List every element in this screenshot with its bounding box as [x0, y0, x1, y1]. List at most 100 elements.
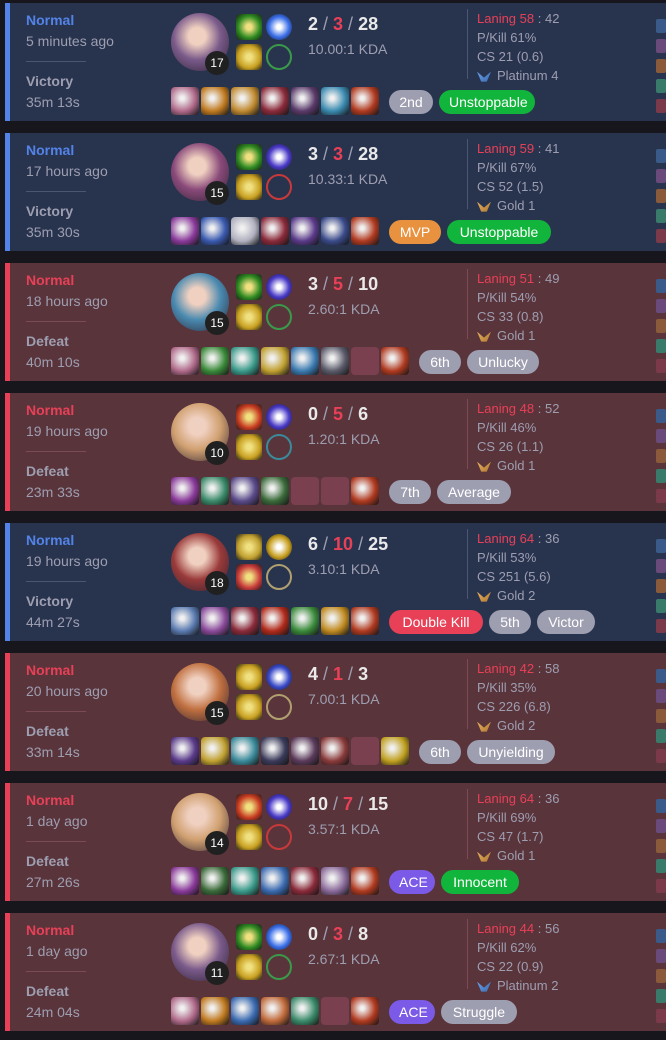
- summoner-spell-icon[interactable]: [236, 434, 262, 460]
- participants-preview[interactable]: [656, 13, 666, 113]
- participants-preview[interactable]: [656, 273, 666, 373]
- summoner-spell-icon[interactable]: [236, 664, 262, 690]
- item-icon[interactable]: [321, 87, 349, 115]
- summoner-spell-icon[interactable]: [236, 14, 262, 40]
- participant-champion-icon[interactable]: [656, 299, 666, 313]
- item-icon[interactable]: [171, 737, 199, 765]
- rune-icon[interactable]: [266, 694, 292, 720]
- item-icon[interactable]: [261, 347, 289, 375]
- participant-champion-icon[interactable]: [656, 559, 666, 573]
- participant-champion-icon[interactable]: [656, 429, 666, 443]
- participant-champion-icon[interactable]: [656, 729, 666, 743]
- item-icon[interactable]: [231, 217, 259, 245]
- item-icon[interactable]: [201, 87, 229, 115]
- participants-preview[interactable]: [656, 793, 666, 893]
- item-icon[interactable]: [171, 607, 199, 635]
- item-icon[interactable]: [351, 607, 379, 635]
- participant-champion-icon[interactable]: [656, 409, 666, 423]
- participant-champion-icon[interactable]: [656, 359, 666, 373]
- participant-champion-icon[interactable]: [656, 229, 666, 243]
- participant-champion-icon[interactable]: [656, 19, 666, 33]
- item-icon[interactable]: [231, 997, 259, 1025]
- participant-champion-icon[interactable]: [656, 799, 666, 813]
- participant-champion-icon[interactable]: [656, 669, 666, 683]
- participant-champion-icon[interactable]: [656, 209, 666, 223]
- item-icon[interactable]: [201, 607, 229, 635]
- item-icon[interactable]: [201, 477, 229, 505]
- rune-icon[interactable]: [266, 824, 292, 850]
- participant-champion-icon[interactable]: [656, 749, 666, 763]
- participant-champion-icon[interactable]: [656, 449, 666, 463]
- participant-champion-icon[interactable]: [656, 489, 666, 503]
- rune-icon[interactable]: [266, 174, 292, 200]
- empty-item-slot[interactable]: [351, 347, 379, 375]
- item-icon[interactable]: [201, 997, 229, 1025]
- rune-icon[interactable]: [266, 404, 292, 430]
- item-icon[interactable]: [231, 737, 259, 765]
- rune-icon[interactable]: [266, 664, 292, 690]
- empty-item-slot[interactable]: [321, 997, 349, 1025]
- participant-champion-icon[interactable]: [656, 599, 666, 613]
- item-icon[interactable]: [381, 737, 409, 765]
- participant-champion-icon[interactable]: [656, 839, 666, 853]
- rune-icon[interactable]: [266, 304, 292, 330]
- item-icon[interactable]: [291, 217, 319, 245]
- rune-icon[interactable]: [266, 274, 292, 300]
- participant-champion-icon[interactable]: [656, 189, 666, 203]
- item-icon[interactable]: [231, 477, 259, 505]
- match-card[interactable]: Normal 1 day ago Defeat 27m 26s 14 10 / 7 / 1…: [5, 783, 666, 901]
- item-icon[interactable]: [201, 867, 229, 895]
- rune-icon[interactable]: [266, 14, 292, 40]
- item-icon[interactable]: [201, 737, 229, 765]
- rune-icon[interactable]: [266, 44, 292, 70]
- item-icon[interactable]: [231, 347, 259, 375]
- item-icon[interactable]: [261, 607, 289, 635]
- participants-preview[interactable]: [656, 533, 666, 633]
- rune-icon[interactable]: [266, 144, 292, 170]
- item-icon[interactable]: [291, 997, 319, 1025]
- participant-champion-icon[interactable]: [656, 79, 666, 93]
- item-icon[interactable]: [351, 87, 379, 115]
- item-icon[interactable]: [321, 217, 349, 245]
- item-icon[interactable]: [171, 997, 199, 1025]
- participant-champion-icon[interactable]: [656, 99, 666, 113]
- summoner-spell-icon[interactable]: [236, 174, 262, 200]
- item-icon[interactable]: [351, 867, 379, 895]
- participant-champion-icon[interactable]: [656, 579, 666, 593]
- item-icon[interactable]: [261, 217, 289, 245]
- match-card[interactable]: Normal 19 hours ago Defeat 23m 33s 10 0 / 5 /…: [5, 393, 666, 511]
- item-icon[interactable]: [261, 737, 289, 765]
- item-icon[interactable]: [321, 737, 349, 765]
- participant-champion-icon[interactable]: [656, 989, 666, 1003]
- participants-preview[interactable]: [656, 143, 666, 243]
- participant-champion-icon[interactable]: [656, 169, 666, 183]
- summoner-spell-icon[interactable]: [236, 44, 262, 70]
- item-icon[interactable]: [381, 347, 409, 375]
- participant-champion-icon[interactable]: [656, 689, 666, 703]
- item-icon[interactable]: [291, 87, 319, 115]
- summoner-spell-icon[interactable]: [236, 144, 262, 170]
- item-icon[interactable]: [261, 477, 289, 505]
- participants-preview[interactable]: [656, 663, 666, 763]
- item-icon[interactable]: [201, 347, 229, 375]
- participant-champion-icon[interactable]: [656, 929, 666, 943]
- participant-champion-icon[interactable]: [656, 879, 666, 893]
- summoner-spell-icon[interactable]: [236, 274, 262, 300]
- participant-champion-icon[interactable]: [656, 539, 666, 553]
- match-card[interactable]: Normal 18 hours ago Defeat 40m 10s 15 3 / 5 /…: [5, 263, 666, 381]
- item-icon[interactable]: [351, 217, 379, 245]
- item-icon[interactable]: [291, 347, 319, 375]
- participant-champion-icon[interactable]: [656, 149, 666, 163]
- rune-icon[interactable]: [266, 434, 292, 460]
- empty-item-slot[interactable]: [291, 477, 319, 505]
- match-card[interactable]: Normal 17 hours ago Victory 35m 30s 15 3 / 3 …: [5, 133, 666, 251]
- participant-champion-icon[interactable]: [656, 469, 666, 483]
- participants-preview[interactable]: [656, 403, 666, 503]
- item-icon[interactable]: [171, 87, 199, 115]
- item-icon[interactable]: [351, 477, 379, 505]
- item-icon[interactable]: [231, 607, 259, 635]
- participant-champion-icon[interactable]: [656, 619, 666, 633]
- rune-icon[interactable]: [266, 564, 292, 590]
- item-icon[interactable]: [291, 737, 319, 765]
- empty-item-slot[interactable]: [321, 477, 349, 505]
